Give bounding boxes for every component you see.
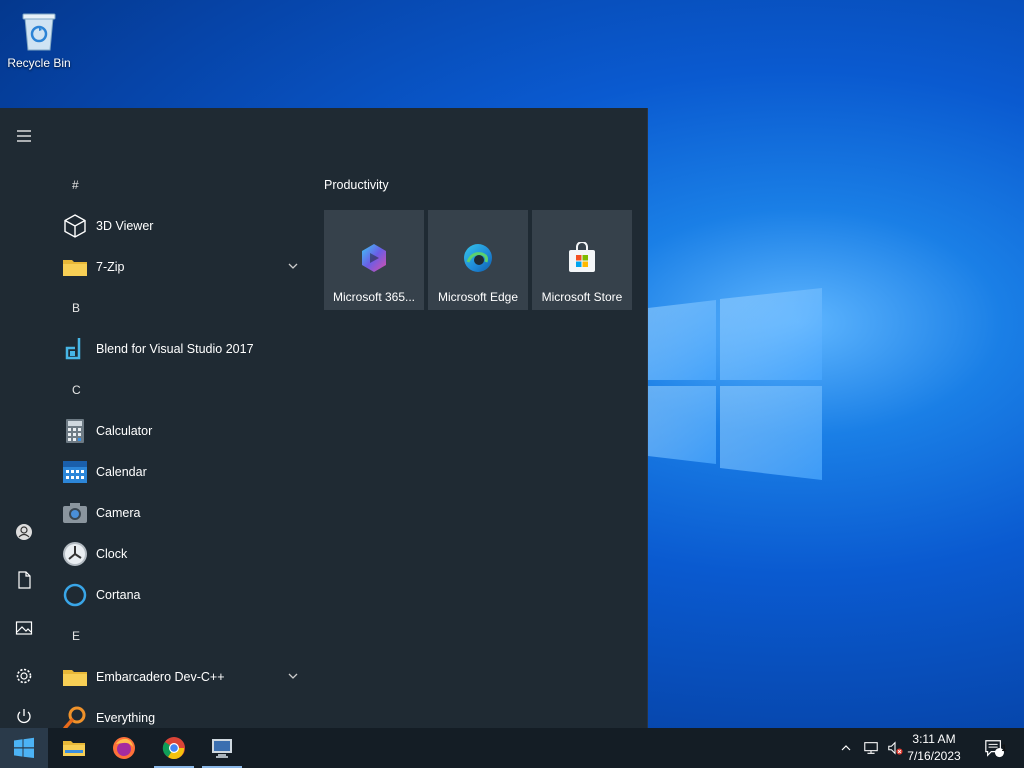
app-item-clock[interactable]: Clock <box>48 533 308 574</box>
show-hidden-icons-chevron[interactable] <box>836 728 856 768</box>
tile-label: Microsoft 365... <box>332 290 416 304</box>
3d-viewer-icon <box>62 213 88 239</box>
app-item-7-zip[interactable]: 7-Zip <box>48 246 308 287</box>
notification-count-badge: 1 <box>1001 743 1007 753</box>
app-item-label: Camera <box>96 505 141 520</box>
everything-search-icon <box>62 705 88 728</box>
chrome-icon <box>162 737 185 760</box>
app-list: # 3D Viewer 7-Zip B Blend for Visual Stu… <box>48 164 308 728</box>
start-button[interactable] <box>0 728 48 768</box>
action-center-button[interactable]: 1 <box>976 728 1012 768</box>
tile-label: Microsoft Edge <box>437 290 519 304</box>
camera-icon <box>62 500 88 526</box>
tile-microsoft-365[interactable]: Microsoft 365... <box>324 210 424 310</box>
blend-icon <box>62 336 88 362</box>
app-item-calendar[interactable]: Calendar <box>48 451 308 492</box>
hamburger-menu-icon[interactable] <box>0 116 48 156</box>
recycle-bin-icon <box>22 13 56 51</box>
tile-label: Microsoft Store <box>541 290 623 304</box>
microsoft-365-icon <box>358 242 390 274</box>
start-menu: # 3D Viewer 7-Zip B Blend for Visual Stu… <box>0 108 648 728</box>
app-item-label: Cortana <box>96 587 141 602</box>
tile-microsoft-edge[interactable]: Microsoft Edge <box>428 210 528 310</box>
app-list-letter-header[interactable]: # <box>48 164 308 205</box>
clock-icon <box>62 541 88 567</box>
edge-icon <box>462 242 494 274</box>
app-item-label: Everything <box>96 710 156 725</box>
app-item-label: Blend for Visual Studio 2017 <box>96 341 254 356</box>
start-menu-rail <box>0 108 48 728</box>
app-item-label: Calendar <box>96 464 147 479</box>
remote-desktop-icon <box>212 739 232 758</box>
app-item-calculator[interactable]: Calculator <box>48 410 308 451</box>
windows-start-icon <box>14 737 34 758</box>
chevron-down-icon[interactable] <box>286 669 300 683</box>
app-list-letter-header[interactable]: E <box>48 615 308 656</box>
app-item-3d-viewer[interactable]: 3D Viewer <box>48 205 308 246</box>
user-account-icon[interactable] <box>0 512 48 552</box>
windows-wallpaper-logo <box>648 288 824 480</box>
app-list-letter-header[interactable]: B <box>48 287 308 328</box>
taskbar-file-explorer[interactable] <box>50 728 98 768</box>
clock-date: 7/16/2023 <box>907 749 961 763</box>
taskbar-remote-desktop[interactable] <box>198 728 246 768</box>
chevron-down-icon[interactable] <box>286 259 300 273</box>
taskbar-firefox[interactable] <box>100 728 148 768</box>
clock-time: 3:11 AM <box>912 732 956 746</box>
app-item-everything[interactable]: Everything <box>48 697 308 728</box>
app-list-letter-header[interactable]: C <box>48 369 308 410</box>
calculator-icon <box>62 418 88 444</box>
pictures-icon[interactable] <box>0 608 48 648</box>
app-item-label: Embarcadero Dev-C++ <box>96 669 225 684</box>
folder-icon <box>62 254 88 280</box>
desktop-icon-label: Recycle Bin <box>7 56 71 70</box>
app-item-embarcadero-dev-cpp[interactable]: Embarcadero Dev-C++ <box>48 656 308 697</box>
power-icon[interactable] <box>0 704 48 728</box>
folder-icon <box>62 664 88 690</box>
taskbar: 3:11 AM 7/16/2023 1 <box>0 728 1024 768</box>
taskbar-chrome[interactable] <box>150 728 198 768</box>
file-explorer-icon <box>63 741 85 756</box>
desktop-icon-recycle-bin[interactable]: Recycle Bin <box>1 8 77 70</box>
app-item-label: 3D Viewer <box>96 218 154 233</box>
app-item-label: Clock <box>96 546 128 561</box>
chevron-up-icon <box>841 745 851 751</box>
app-item-camera[interactable]: Camera <box>48 492 308 533</box>
tile-group-title[interactable]: Productivity <box>324 178 389 192</box>
calendar-icon <box>62 459 88 485</box>
settings-gear-icon[interactable] <box>0 656 48 696</box>
cortana-icon <box>62 582 88 608</box>
taskbar-clock[interactable]: 3:11 AM 7/16/2023 <box>902 731 966 765</box>
app-item-label: 7-Zip <box>96 259 125 274</box>
app-item-cortana[interactable]: Cortana <box>48 574 308 615</box>
firefox-icon <box>113 737 135 759</box>
tile-microsoft-store[interactable]: Microsoft Store <box>532 210 632 310</box>
network-icon[interactable] <box>860 728 882 768</box>
app-item-label: Calculator <box>96 423 153 438</box>
app-item-blend[interactable]: Blend for Visual Studio 2017 <box>48 328 308 369</box>
documents-icon[interactable] <box>0 560 48 600</box>
store-icon <box>566 241 598 274</box>
